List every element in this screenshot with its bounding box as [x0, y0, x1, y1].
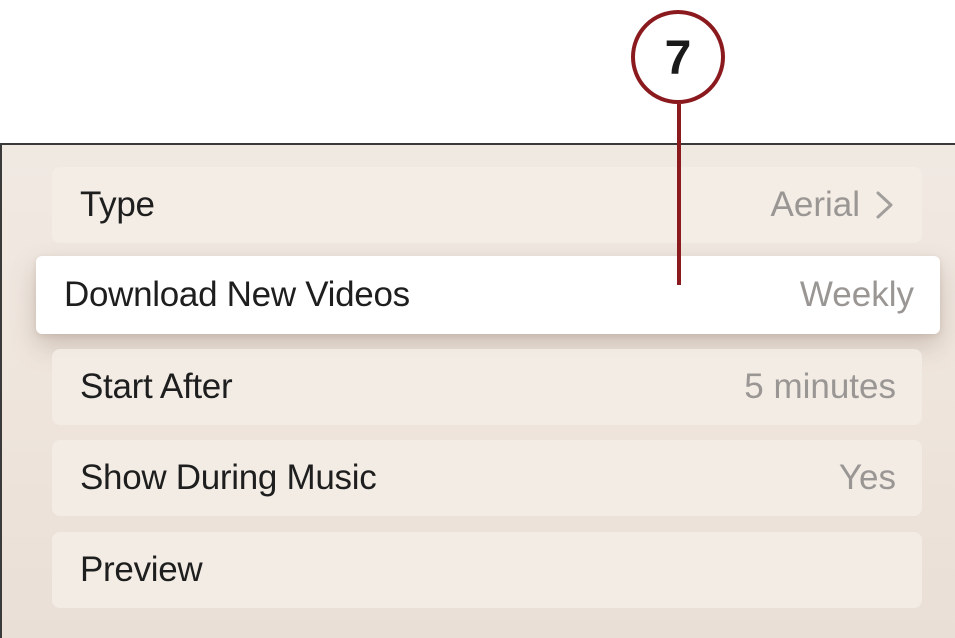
- callout-badge: 7: [631, 10, 725, 104]
- screensaver-settings-screen: Type Aerial Download New Videos Weekly S…: [0, 143, 955, 638]
- setting-value-show-during-music: Yes: [838, 458, 896, 497]
- setting-label-show-during-music: Show During Music: [80, 458, 377, 497]
- callout-pointer-line: [677, 104, 681, 285]
- setting-row-start-after[interactable]: Start After 5 minutes: [52, 349, 922, 425]
- setting-row-type[interactable]: Type Aerial: [52, 167, 922, 243]
- setting-value-type-text: Aerial: [770, 185, 860, 224]
- setting-row-preview[interactable]: Preview: [52, 532, 922, 608]
- setting-label-preview: Preview: [80, 550, 203, 589]
- callout-number: 7: [664, 31, 692, 85]
- setting-value-start-after: 5 minutes: [744, 367, 896, 406]
- setting-label-download-new-videos: Download New Videos: [64, 275, 410, 314]
- setting-row-show-during-music[interactable]: Show During Music Yes: [52, 440, 922, 516]
- setting-value-type: Aerial: [771, 185, 896, 225]
- setting-label-start-after: Start After: [80, 367, 233, 406]
- figure-stage: 7 Type Aerial Download New Videos Weekly…: [0, 0, 955, 638]
- setting-row-download-new-videos[interactable]: Download New Videos Weekly: [36, 256, 940, 334]
- setting-label-type: Type: [80, 185, 155, 224]
- setting-value-download-new-videos: Weekly: [799, 275, 914, 314]
- chevron-right-icon: [876, 191, 893, 219]
